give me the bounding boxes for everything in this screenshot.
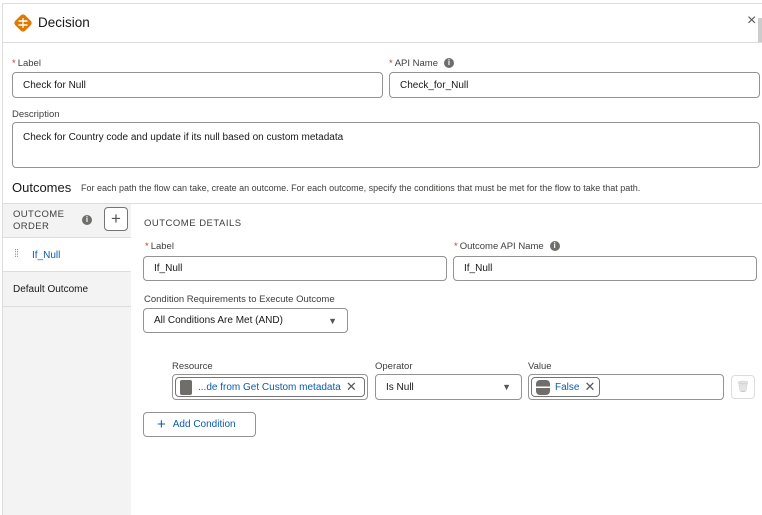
operator-label: Operator xyxy=(375,361,413,372)
outcome-api-name-label: * Outcome API Name i xyxy=(454,241,560,252)
chevron-down-icon: ▼ xyxy=(328,315,337,326)
value-label: Value xyxy=(528,361,552,372)
outcome-order-header: OUTCOME ORDER xyxy=(13,209,65,232)
condition-requirements-label: Condition Requirements to Execute Outcom… xyxy=(144,294,335,305)
outcome-item-default[interactable]: Default Outcome xyxy=(3,272,131,307)
info-icon[interactable]: i xyxy=(444,58,454,69)
info-icon[interactable]: i xyxy=(549,241,560,252)
description-label: Description xyxy=(12,109,60,120)
add-outcome-button[interactable]: + xyxy=(104,207,128,231)
outcome-api-name-input[interactable]: If_Null xyxy=(453,256,757,281)
toggle-icon xyxy=(536,379,550,395)
api-name-field-label: * API Name i xyxy=(389,58,454,69)
operator-select[interactable]: Is Null ▼ xyxy=(375,374,522,400)
resource-pill[interactable]: ...de from Get Custom metadata ✕ xyxy=(175,377,365,397)
remove-icon[interactable]: ✕ xyxy=(584,379,595,395)
outcome-item-label: If_Null xyxy=(32,250,61,261)
plus-icon: + xyxy=(157,416,166,433)
resource-label: Resource xyxy=(172,361,213,372)
condition-requirements-select[interactable]: All Conditions Are Met (AND) ▼ xyxy=(143,308,348,333)
outcomes-heading: Outcomes xyxy=(12,180,72,195)
outcome-item-if-null[interactable]: ⁞⁞ If_Null xyxy=(3,237,131,272)
remove-icon[interactable]: ✕ xyxy=(346,379,357,395)
outcome-item-label: Default Outcome xyxy=(13,284,89,295)
clipboard-icon xyxy=(180,379,192,395)
outcome-label-input[interactable]: If_Null xyxy=(143,256,447,281)
panel-header: Decision × xyxy=(3,4,762,43)
close-icon[interactable]: × xyxy=(747,12,756,30)
outcome-details-heading: OUTCOME DETAILS xyxy=(144,218,242,229)
value-pill[interactable]: False ✕ xyxy=(531,377,601,397)
label-input[interactable]: Check for Null xyxy=(12,72,383,98)
panel-title: Decision xyxy=(38,15,90,30)
decision-icon xyxy=(12,12,34,34)
trash-icon: 🗑 xyxy=(736,381,750,393)
add-condition-button[interactable]: + Add Condition xyxy=(143,412,256,437)
chevron-down-icon: ▼ xyxy=(502,382,511,392)
resource-input[interactable]: ...de from Get Custom metadata ✕ xyxy=(172,374,368,400)
drag-handle-icon[interactable]: ⁞⁞ xyxy=(14,248,19,260)
scrollbar[interactable] xyxy=(758,18,762,42)
outcome-label-label: * Label xyxy=(145,241,174,252)
api-name-input[interactable]: Check_for_Null xyxy=(389,72,760,98)
description-textarea[interactable]: Check for Country code and update if its… xyxy=(12,122,760,168)
info-icon[interactable]: i xyxy=(82,215,92,225)
label-field-label: * Label xyxy=(12,58,41,69)
outcome-order-sidebar: OUTCOME ORDER i + ⁞⁞ If_Null Default Outc… xyxy=(3,204,131,515)
delete-condition-button[interactable]: 🗑 xyxy=(731,375,755,399)
value-input[interactable]: False ✕ xyxy=(528,374,724,400)
outcomes-help-text: For each path the flow can take, create … xyxy=(81,183,641,193)
